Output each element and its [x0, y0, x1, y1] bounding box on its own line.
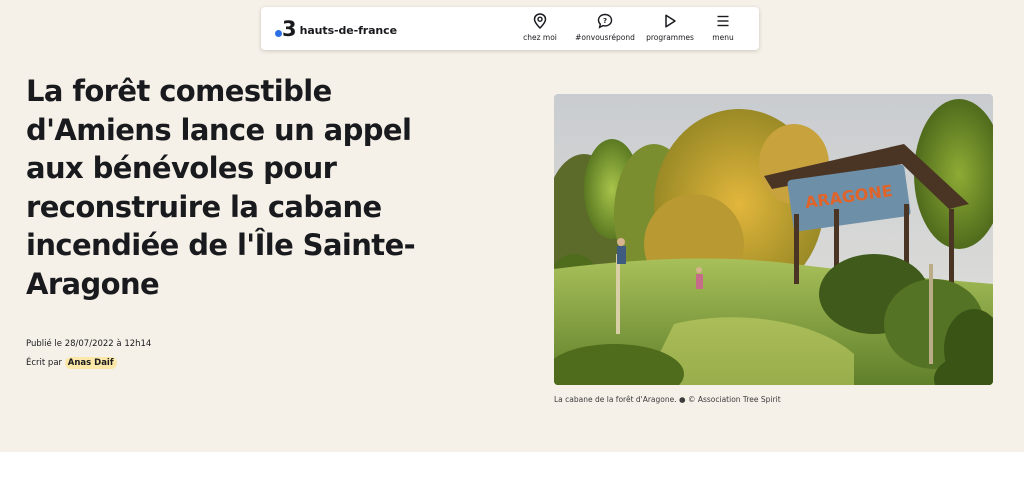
nav-programmes[interactable]: programmes	[644, 13, 696, 42]
article-title: La forêt comestible d'Amiens lance un ap…	[26, 74, 416, 301]
nav-label: chez moi	[523, 33, 557, 42]
site-logo[interactable]: 3 hauts-de-france	[275, 18, 397, 40]
logo-number: 3	[282, 17, 297, 41]
photo-caption: La cabane de la forêt d'Aragone. ● © Ass…	[554, 395, 781, 404]
nav-label: programmes	[646, 33, 694, 42]
nav-label: menu	[712, 33, 734, 42]
nav-chez-moi[interactable]: chez moi	[522, 13, 558, 42]
article-author: Écrit par Anas Daif	[26, 357, 117, 369]
nav-label: #onvousrépond	[575, 33, 635, 42]
play-icon	[665, 14, 676, 28]
article-photo[interactable]: ARAGONE	[554, 94, 993, 385]
nav-onvousrepond[interactable]: ? #onvousrépond	[573, 13, 637, 42]
content-area	[0, 452, 1024, 487]
site-header: 3 hauts-de-france chez moi ? #onvousrépo…	[261, 7, 759, 50]
nav-menu[interactable]: menu	[709, 13, 737, 42]
svg-text:?: ?	[603, 17, 607, 25]
publication-date: Publié le 28/07/2022 à 12h14	[26, 339, 151, 349]
speech-bubble-icon: ?	[597, 13, 613, 29]
published-date: 28/07/2022 à 12h14	[64, 339, 152, 349]
forest-cabin-photo: ARAGONE	[554, 94, 993, 385]
logo-text: hauts-de-france	[299, 23, 397, 37]
author-prefix: Écrit par	[26, 358, 63, 368]
hamburger-menu-icon	[717, 15, 729, 27]
logo-dot-icon	[275, 29, 282, 37]
published-prefix: Publié le	[26, 339, 63, 349]
location-pin-icon	[533, 13, 547, 29]
author-link[interactable]: Anas Daif	[64, 357, 117, 369]
